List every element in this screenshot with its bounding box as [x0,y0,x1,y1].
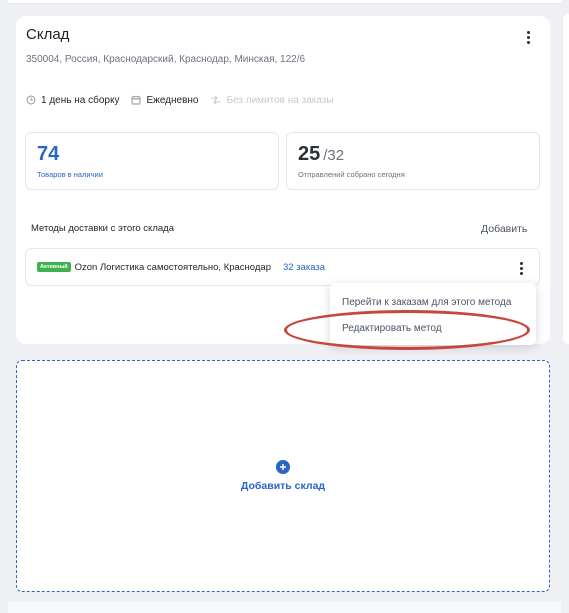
add-warehouse-label: Добавить склад [240,480,326,492]
warehouse-meta: 1 день на сборку Ежедневно Без лимитов н… [26,93,346,107]
plus-icon [276,460,290,474]
method-actions-menu: Перейти к заказам для этого метода Редак… [330,283,536,345]
stat-collected-today: 25/32 Отправлений собрано сегодня [286,132,540,190]
delivery-methods-title: Методы доставки с этого склада [31,223,174,234]
warehouse-more-button[interactable] [522,28,534,46]
assembly-time: 1 день на сборку [26,95,119,106]
delivery-method-row[interactable]: Активный Ozon Логистика самостоятельно, … [25,248,540,286]
in-stock-value: 74 [37,143,60,165]
bottom-strip [8,602,561,613]
collected-value: 25/32 [298,143,344,166]
method-name: Ozon Логистика самостоятельно, Краснодар [74,261,271,273]
add-method-button[interactable]: Добавить [481,223,527,235]
collected-label: Отправлений собрано сегодня [298,170,405,179]
limits-icon [211,95,221,105]
stat-in-stock[interactable]: 74 Товаров в наличии [25,132,279,190]
add-warehouse-card[interactable]: Добавить склад [16,360,550,592]
schedule-text: Ежедневно [146,94,199,106]
calendar-icon [132,95,141,105]
in-stock-label: Товаров в наличии [37,170,103,179]
top-divider [8,0,561,4]
assembly-time-text: 1 день на сборку [41,94,120,106]
order-limits-text: Без лимитов на заказы [226,94,334,106]
more-vertical-icon [526,30,530,34]
warehouse-address: 350004, Россия, Краснодарский, Краснодар… [26,54,306,65]
menu-item-go-to-orders[interactable]: Перейти к заказам для этого метода [330,289,536,315]
clock-icon [26,95,36,105]
adjacent-card-edge [563,14,569,344]
more-vertical-icon [519,261,523,265]
collected-count: 25 [298,143,321,165]
menu-item-edit-method[interactable]: Редактировать метод [330,315,536,341]
warehouse-title: Склад [26,26,70,43]
plus-glyph [280,464,286,470]
order-limits: Без лимитов на заказы [210,94,334,106]
schedule: Ежедневно [131,95,198,106]
method-more-button[interactable] [515,259,527,277]
method-orders-link[interactable]: 32 заказа [283,262,325,273]
collected-total: /32 [323,147,345,164]
active-badge: Активный [37,262,71,272]
